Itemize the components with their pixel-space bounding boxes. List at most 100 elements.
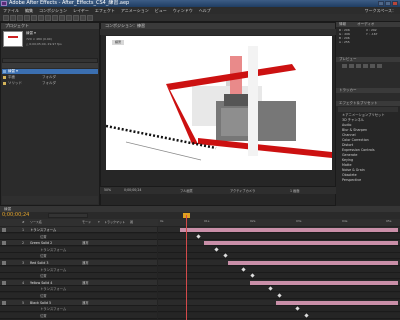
layer-name[interactable]: トランスフォーム xyxy=(30,227,56,232)
layer-name[interactable]: Red Solid 3 xyxy=(30,260,49,265)
timeline-property-row[interactable]: 位置 xyxy=(0,293,157,299)
menu-window[interactable]: ウィンドウ xyxy=(173,7,193,14)
keyframe-icon[interactable] xyxy=(250,273,255,278)
clone-tool-icon[interactable] xyxy=(73,15,79,21)
zoom-tool-icon[interactable] xyxy=(17,15,23,21)
active-camera-select[interactable]: アクティブカメラ xyxy=(230,188,255,193)
timeline-layer-row[interactable]: 4 Yellow Solid 4 通常 xyxy=(0,279,157,286)
timeline-track[interactable] xyxy=(158,306,400,313)
layer-name[interactable]: トランスフォーム xyxy=(40,286,66,291)
visibility-eye-icon[interactable] xyxy=(2,280,6,285)
effect-category[interactable]: Perspective xyxy=(336,178,400,183)
timeline-layer-row[interactable]: 2 Green Solid 2 通常 xyxy=(0,240,157,247)
effects-presets-tab[interactable]: エフェクト＆プリセット xyxy=(336,101,400,106)
visibility-eye-icon[interactable] xyxy=(2,274,6,278)
menu-animation[interactable]: アニメーション xyxy=(121,7,149,14)
time-ruler[interactable]: 0s 01s 02s 03s 04s 05s xyxy=(158,219,400,226)
pen-tool-icon[interactable] xyxy=(52,15,58,21)
timeline-track[interactable] xyxy=(158,240,400,247)
hand-tool-icon[interactable] xyxy=(10,15,16,21)
view-layout-select[interactable]: 1 画面 xyxy=(290,188,299,193)
keyframe-icon[interactable] xyxy=(214,247,219,252)
project-item-folder[interactable]: ソリッド フォルダ xyxy=(2,81,98,86)
menu-composition[interactable]: コンポジション xyxy=(39,7,67,14)
timeline-track[interactable] xyxy=(158,293,400,299)
layer-duration-bar[interactable] xyxy=(204,241,398,246)
layer-mode[interactable]: 通常 xyxy=(82,280,89,285)
visibility-eye-icon[interactable] xyxy=(2,235,6,239)
timeline-search-input[interactable] xyxy=(48,213,88,218)
minimize-icon[interactable] xyxy=(378,1,384,6)
timeline-property-row[interactable]: トランスフォーム xyxy=(0,266,157,273)
text-tool-icon[interactable] xyxy=(59,15,65,21)
menu-layer[interactable]: レイヤー xyxy=(73,7,89,14)
menu-file[interactable]: ファイル xyxy=(3,7,19,14)
workspace-label[interactable]: ワークスペース： xyxy=(365,7,396,14)
keyframe-icon[interactable] xyxy=(196,233,201,239)
project-item-folder[interactable]: 平面 フォルダ xyxy=(2,75,98,80)
menu-help[interactable]: ヘルプ xyxy=(199,7,211,14)
first-frame-icon[interactable] xyxy=(342,64,347,68)
menu-effect[interactable]: エフェクト xyxy=(95,7,115,14)
layer-name[interactable]: トランスフォーム xyxy=(40,306,66,311)
effects-search-input[interactable] xyxy=(338,107,398,112)
timeline-property-row[interactable]: 位置 xyxy=(0,233,157,240)
project-tab[interactable]: プロジェクト xyxy=(1,23,99,29)
layer-name[interactable]: 位置 xyxy=(40,293,47,298)
timeline-track[interactable] xyxy=(158,312,400,319)
timeline-property-row[interactable]: トランスフォーム xyxy=(0,306,157,313)
close-icon[interactable] xyxy=(392,1,398,6)
puppet-tool-icon[interactable] xyxy=(87,15,93,21)
ram-preview-icon[interactable] xyxy=(377,64,382,68)
timeline-property-row[interactable]: 位置 xyxy=(0,312,157,319)
visibility-eye-icon[interactable] xyxy=(2,314,6,318)
maximize-icon[interactable] xyxy=(385,1,391,6)
project-item-comp[interactable]: 練習 ▾ xyxy=(2,69,98,74)
rotate-tool-icon[interactable] xyxy=(24,15,30,21)
timeline-track[interactable] xyxy=(158,266,400,273)
pan-behind-tool-icon[interactable] xyxy=(38,15,44,21)
timeline-track[interactable] xyxy=(158,260,400,266)
layer-name[interactable]: Yellow Solid 4 xyxy=(30,280,52,285)
prev-frame-icon[interactable] xyxy=(349,64,354,68)
timeline-layer-row[interactable]: 5 Black Solid 5 通常 xyxy=(0,299,157,306)
audio-tab[interactable]: オーディオ xyxy=(357,22,374,26)
current-time-display[interactable]: 0;00;00;24 xyxy=(124,188,141,192)
visibility-eye-icon[interactable] xyxy=(2,307,6,311)
eraser-tool-icon[interactable] xyxy=(80,15,86,21)
next-frame-icon[interactable] xyxy=(363,64,368,68)
visibility-eye-icon[interactable] xyxy=(2,248,6,252)
visibility-eye-icon[interactable] xyxy=(2,261,6,265)
visibility-eye-icon[interactable] xyxy=(2,268,6,272)
layer-duration-bar[interactable] xyxy=(250,280,398,285)
menu-view[interactable]: ビュー xyxy=(155,7,167,14)
timeline-track[interactable] xyxy=(158,273,400,280)
last-frame-icon[interactable] xyxy=(370,64,375,68)
layer-mode[interactable]: 通常 xyxy=(82,260,89,265)
timeline-property-row[interactable]: トランスフォーム xyxy=(0,246,157,253)
timeline-timecode[interactable]: 0;00;00;24 xyxy=(2,212,29,219)
layer-mode[interactable]: 通常 xyxy=(82,240,89,245)
visibility-eye-icon[interactable] xyxy=(2,228,6,232)
timeline-layer-row[interactable]: 1 トランスフォーム xyxy=(0,227,157,233)
layer-mode[interactable]: 通常 xyxy=(82,300,89,305)
composition-viewer[interactable] xyxy=(105,36,332,170)
timeline-property-row[interactable]: 位置 xyxy=(0,253,157,260)
layer-name[interactable]: 位置 xyxy=(40,313,47,318)
resolution-select[interactable]: フル画質 xyxy=(180,188,193,193)
layer-duration-bar[interactable] xyxy=(180,228,398,232)
timeline-track[interactable] xyxy=(158,253,400,260)
keyframe-icon[interactable] xyxy=(304,313,309,318)
layer-name[interactable]: トランスフォーム xyxy=(40,267,66,272)
layer-duration-bar[interactable] xyxy=(276,300,398,305)
layer-name[interactable]: Green Solid 2 xyxy=(30,240,52,245)
visibility-eye-icon[interactable] xyxy=(2,300,6,305)
menu-edit[interactable]: 編集 xyxy=(25,7,33,14)
keyframe-icon[interactable] xyxy=(223,253,228,259)
keyframe-icon[interactable] xyxy=(277,293,282,298)
timeline-layer-row[interactable]: 3 Red Solid 3 通常 xyxy=(0,260,157,266)
visibility-eye-icon[interactable] xyxy=(2,241,6,246)
keyframe-icon[interactable] xyxy=(295,306,300,311)
current-time-indicator[interactable] xyxy=(186,215,187,320)
zoom-level[interactable]: 50% xyxy=(104,188,111,192)
